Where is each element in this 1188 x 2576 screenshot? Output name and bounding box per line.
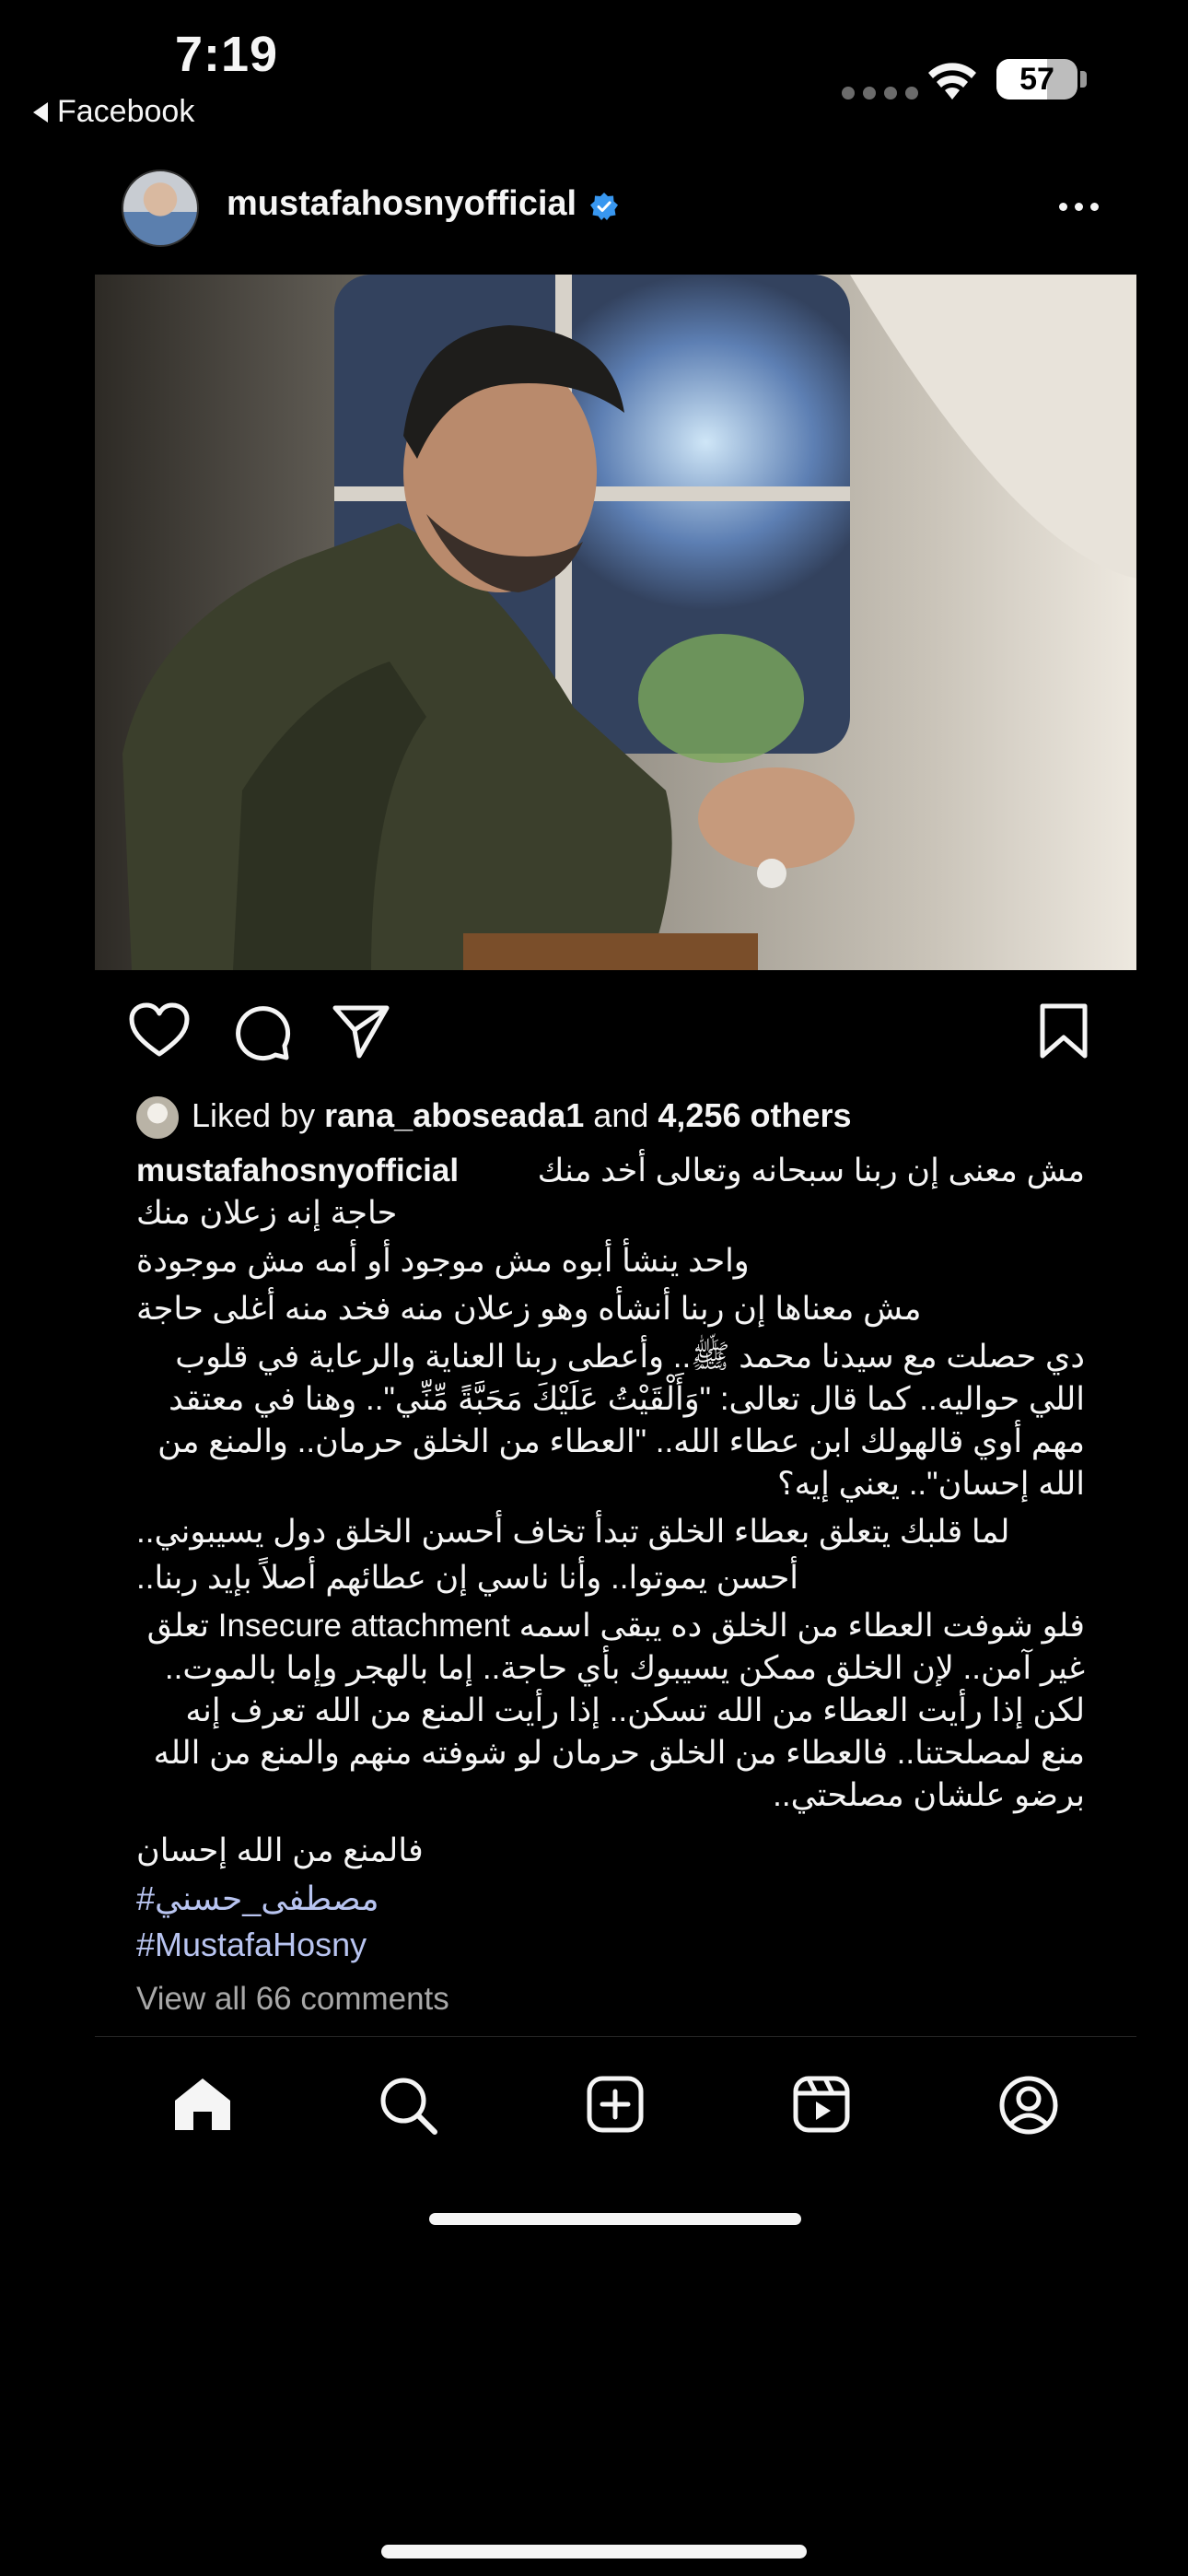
reels-icon[interactable]	[792, 2075, 851, 2134]
more-options-icon[interactable]	[1059, 203, 1099, 211]
author-username[interactable]: mustafahosnyofficial	[227, 184, 577, 224]
liker-avatar[interactable]	[134, 1095, 181, 1141]
caption-line: واحد ينشأ أبوه مش موجود أو أمه مش موجودة	[136, 1243, 750, 1279]
post-photo[interactable]	[95, 275, 1136, 970]
caption-line: أحسن يموتوا.. وأنا ناسي إن عطائهم أصلاً …	[136, 1560, 799, 1596]
likes-summary[interactable]: Liked by rana_aboseada1 and 4,256 others	[192, 1096, 852, 1135]
post-photo-illustration	[95, 275, 1136, 970]
share-send-icon[interactable]	[332, 1002, 390, 1060]
liker-username[interactable]: rana_aboseada1	[324, 1096, 584, 1134]
back-app-label: Facebook	[57, 94, 195, 129]
hashtag-link[interactable]: #MustafaHosny	[136, 1926, 367, 1964]
search-icon[interactable]	[378, 2075, 438, 2136]
caption-first-line: mustafahosnyofficial مش معنى إن ربنا سبح…	[136, 1150, 1085, 1192]
author-avatar[interactable]	[122, 170, 199, 247]
save-bookmark-icon[interactable]	[1039, 1002, 1089, 1060]
caption-line: فالمنع من الله إحسان	[136, 1832, 424, 1868]
create-post-icon[interactable]	[586, 2075, 645, 2134]
app-home-indicator[interactable]	[429, 2213, 801, 2225]
comment-bubble-icon[interactable]	[232, 1002, 291, 1061]
home-icon[interactable]	[171, 2075, 234, 2134]
like-heart-icon[interactable]	[129, 1002, 190, 1058]
system-home-indicator[interactable]	[381, 2545, 807, 2558]
hashtag-link[interactable]: #مصطفى_حسني	[136, 1879, 379, 1918]
caption-line: مش معناها إن ربنا أنشأه وهو زعلان منه فخ…	[136, 1291, 922, 1327]
caption-line: حاجة إنه زعلان منك	[136, 1195, 398, 1231]
caption-username[interactable]: mustafahosnyofficial	[136, 1150, 459, 1192]
verified-badge-icon	[590, 193, 618, 220]
profile-icon[interactable]	[998, 2075, 1059, 2136]
caption-line: مش معنى إن ربنا سبحانه وتعالى أخد منك	[537, 1153, 1085, 1188]
wifi-icon	[928, 63, 976, 100]
back-arrow-icon	[33, 101, 48, 123]
divider	[95, 2036, 1136, 2037]
status-time: 7:19	[175, 27, 279, 82]
caption-paragraph: دي حصلت مع سيدنا محمد ﷺ.. وأعطى ربنا الع…	[157, 1339, 1085, 1502]
battery-percent: 57	[1019, 61, 1054, 97]
view-comments-link[interactable]: View all 66 comments	[136, 1981, 449, 2018]
caption-line: لما قلبك يتعلق بعطاء الخلق تبدأ تخاف أحس…	[136, 1514, 1010, 1550]
battery-icon: 57	[996, 59, 1077, 100]
back-to-app-link[interactable]: Facebook	[33, 94, 194, 130]
signal-dots-icon	[842, 87, 918, 100]
likes-count[interactable]: 4,256 others	[658, 1096, 851, 1134]
caption-paragraph: فلو شوفت العطاء من الخلق ده يبقى اسمه In…	[146, 1608, 1085, 1813]
